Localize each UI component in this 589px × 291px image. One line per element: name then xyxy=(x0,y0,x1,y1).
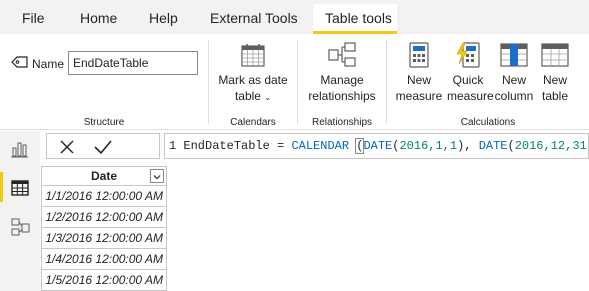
close-icon[interactable] xyxy=(59,139,75,155)
formula-input[interactable]: 1 EndDateTable = CALENDAR (DATE(2016,1,1… xyxy=(164,133,589,159)
name-label: Name xyxy=(32,57,65,71)
manage-relationships-label-line1: Manage xyxy=(320,73,364,87)
lightning-calculator-icon xyxy=(456,42,480,68)
column-icon xyxy=(500,43,528,67)
group-label-calendars: Calendars xyxy=(230,117,276,128)
quick-measure-button[interactable]: Quick measure xyxy=(447,42,494,104)
formula-date-function-2: DATE xyxy=(478,139,508,153)
group-label-calculations: Calculations xyxy=(460,117,516,128)
table-row[interactable]: 1/5/2016 12:00:00 AM xyxy=(41,270,167,291)
mark-as-date-label-line2: table ⌄ xyxy=(209,88,297,106)
mark-as-date-label-line1: Mark as date xyxy=(218,73,288,87)
formula-buttons xyxy=(46,133,160,159)
model-view-button[interactable] xyxy=(0,209,40,247)
view-switcher-rail xyxy=(0,131,40,291)
ribbon: Name Structure Mark as date table ⌄ Cale… xyxy=(0,34,589,130)
column-header-date[interactable]: Date xyxy=(41,166,167,186)
data-table: Date 1/1/2016 12:00:00 AM 1/2/2016 12:00… xyxy=(41,166,167,291)
calculator-icon xyxy=(409,42,429,68)
new-column-label-line2: column xyxy=(494,89,534,103)
tab-file[interactable]: File xyxy=(22,10,45,26)
group-label-structure: Structure xyxy=(83,117,125,128)
filter-dropdown-button[interactable] xyxy=(150,169,164,183)
formula-table-name: EndDateTable xyxy=(183,139,270,153)
formula-calendar-function: CALENDAR xyxy=(291,139,350,153)
tab-help[interactable]: Help xyxy=(149,10,178,26)
formula-equals: = xyxy=(277,139,285,153)
new-table-label-line2: table xyxy=(541,89,569,103)
group-label-relationships: Relationships xyxy=(311,117,373,128)
mark-as-date-table-button[interactable]: Mark as date table ⌄ xyxy=(209,42,297,106)
tab-external-tools[interactable]: External Tools xyxy=(210,10,298,26)
model-icon xyxy=(11,218,30,236)
tab-table-tools[interactable]: Table tools xyxy=(325,10,392,26)
grid-icon xyxy=(11,180,29,196)
mark-as-date-label-table: table xyxy=(234,89,261,103)
report-view-button[interactable] xyxy=(0,131,40,169)
group-structure: Name Structure xyxy=(0,34,208,130)
group-calculations: New measure Quick measure New column New… xyxy=(387,34,589,130)
new-table-label-line1: New xyxy=(542,73,567,87)
new-measure-label-line1: New xyxy=(406,73,431,87)
data-view-button[interactable] xyxy=(0,169,40,207)
formula-date-function-1: DATE xyxy=(363,139,393,153)
new-table-button[interactable]: New table xyxy=(537,42,573,104)
group-relationships: Manage relationships Relationships xyxy=(298,34,386,130)
manage-relationships-label-line2: relationships xyxy=(308,89,376,103)
table-row[interactable]: 1/4/2016 12:00:00 AM xyxy=(41,249,167,270)
calendar-icon xyxy=(241,44,265,67)
relationships-icon xyxy=(328,42,356,67)
quick-measure-label-line1: Quick xyxy=(452,73,484,87)
column-header-label: Date xyxy=(90,169,117,183)
group-calendars: Mark as date table ⌄ Calendars xyxy=(209,34,297,130)
manage-relationships-button[interactable]: Manage relationships xyxy=(298,42,386,104)
bar-chart-icon xyxy=(11,142,28,158)
new-column-label-line1: New xyxy=(501,73,526,87)
tag-icon xyxy=(11,56,28,68)
formula-args-1: 2016,1,1 xyxy=(399,139,458,153)
new-measure-label-line2: measure xyxy=(395,89,443,103)
chevron-down-icon: ⌄ xyxy=(264,93,272,102)
chevron-down-icon xyxy=(153,175,161,180)
table-row[interactable]: 1/2/2016 12:00:00 AM xyxy=(41,207,167,228)
new-measure-button[interactable]: New measure xyxy=(391,42,447,104)
new-column-button[interactable]: New column xyxy=(491,42,537,104)
quick-measure-label-line2: measure xyxy=(447,89,494,103)
table-row[interactable]: 1/3/2016 12:00:00 AM xyxy=(41,228,167,249)
tab-home[interactable]: Home xyxy=(80,10,117,26)
table-icon xyxy=(541,43,569,67)
table-name-input[interactable] xyxy=(68,51,198,75)
checkmark-icon[interactable] xyxy=(93,138,113,156)
line-number: 1 xyxy=(169,139,177,153)
formula-bar: 1 EndDateTable = CALENDAR (DATE(2016,1,1… xyxy=(40,131,589,161)
formula-args-2: 2016,12,31 xyxy=(514,139,587,153)
table-row[interactable]: 1/1/2016 12:00:00 AM xyxy=(41,186,167,207)
ribbon-tab-bar: File Home Help External Tools Table tool… xyxy=(0,0,589,34)
